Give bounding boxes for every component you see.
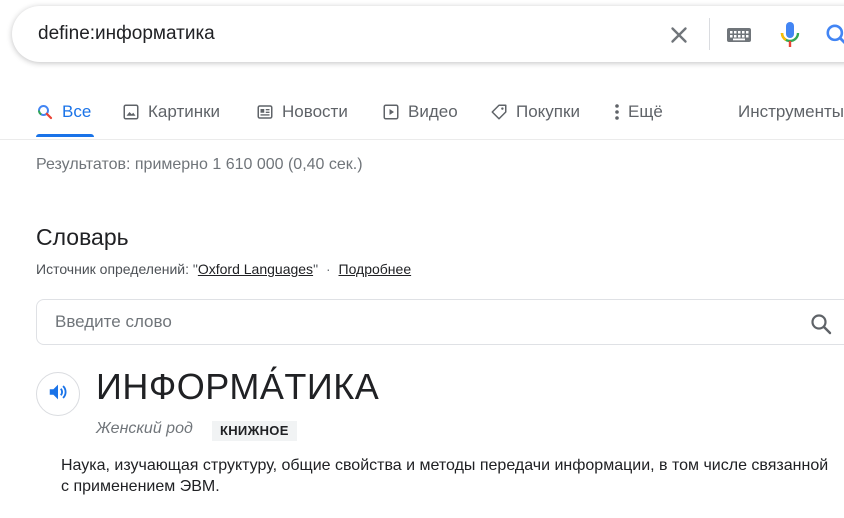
keyboard-icon[interactable] bbox=[726, 25, 752, 45]
definition-text: Наука, изучающая структуру, общие свойст… bbox=[61, 457, 829, 495]
tab-images[interactable]: Картинки bbox=[122, 100, 220, 124]
speaker-icon bbox=[47, 381, 69, 408]
register-badge: КНИЖНОЕ bbox=[212, 421, 297, 441]
tab-shopping[interactable]: Покупки bbox=[490, 100, 580, 124]
tab-label: Все bbox=[62, 102, 92, 121]
source-prefix: Источник определений: " bbox=[36, 261, 198, 277]
tools-button[interactable]: Инструменты bbox=[738, 100, 844, 124]
mic-icon[interactable] bbox=[778, 20, 802, 50]
tab-label: Инструменты bbox=[738, 102, 844, 121]
headword: ИНФОРМА́ТИКА bbox=[96, 366, 380, 407]
search-bar[interactable]: define:информатика bbox=[12, 6, 844, 62]
tabs-divider bbox=[0, 139, 844, 140]
search-tabs: Все Картинки Новости Видео Покупки Ещё И… bbox=[0, 90, 844, 140]
search-query[interactable]: define:информатика bbox=[38, 23, 215, 45]
more-vert-icon bbox=[612, 103, 622, 121]
search-icon[interactable] bbox=[809, 312, 833, 336]
tab-label: Видео bbox=[408, 102, 458, 121]
tab-all[interactable]: Все bbox=[36, 100, 91, 124]
tag-icon bbox=[490, 103, 508, 121]
tab-label: Ещё bbox=[628, 102, 663, 121]
tab-label: Покупки bbox=[516, 102, 580, 121]
tab-videos[interactable]: Видео bbox=[382, 100, 458, 124]
separator: · bbox=[325, 261, 331, 277]
play-icon bbox=[382, 103, 400, 121]
dictionary-title: Словарь bbox=[36, 224, 129, 250]
image-icon bbox=[122, 103, 140, 121]
definition-source: Источник определений: "Oxford Languages"… bbox=[36, 261, 411, 277]
more-link[interactable]: Подробнее bbox=[339, 261, 412, 277]
search-submit-icon[interactable] bbox=[824, 22, 844, 48]
news-icon bbox=[256, 103, 274, 121]
pronunciation-button[interactable] bbox=[36, 372, 80, 416]
active-tab-indicator bbox=[36, 134, 94, 137]
search-bar-divider bbox=[709, 18, 710, 50]
source-link[interactable]: Oxford Languages bbox=[198, 261, 313, 277]
word-input[interactable] bbox=[37, 300, 815, 344]
tab-label: Новости bbox=[282, 102, 348, 121]
clear-icon[interactable] bbox=[666, 22, 692, 48]
search-icon bbox=[36, 103, 54, 121]
part-of-speech: Женский род bbox=[96, 420, 193, 437]
tab-label: Картинки bbox=[148, 102, 221, 121]
word-input-box bbox=[36, 299, 844, 345]
tab-more[interactable]: Ещё bbox=[612, 100, 663, 124]
tab-news[interactable]: Новости bbox=[256, 100, 348, 124]
source-suffix: " bbox=[313, 261, 319, 277]
result-stats: Результатов: примерно 1 610 000 (0,40 се… bbox=[36, 156, 363, 173]
